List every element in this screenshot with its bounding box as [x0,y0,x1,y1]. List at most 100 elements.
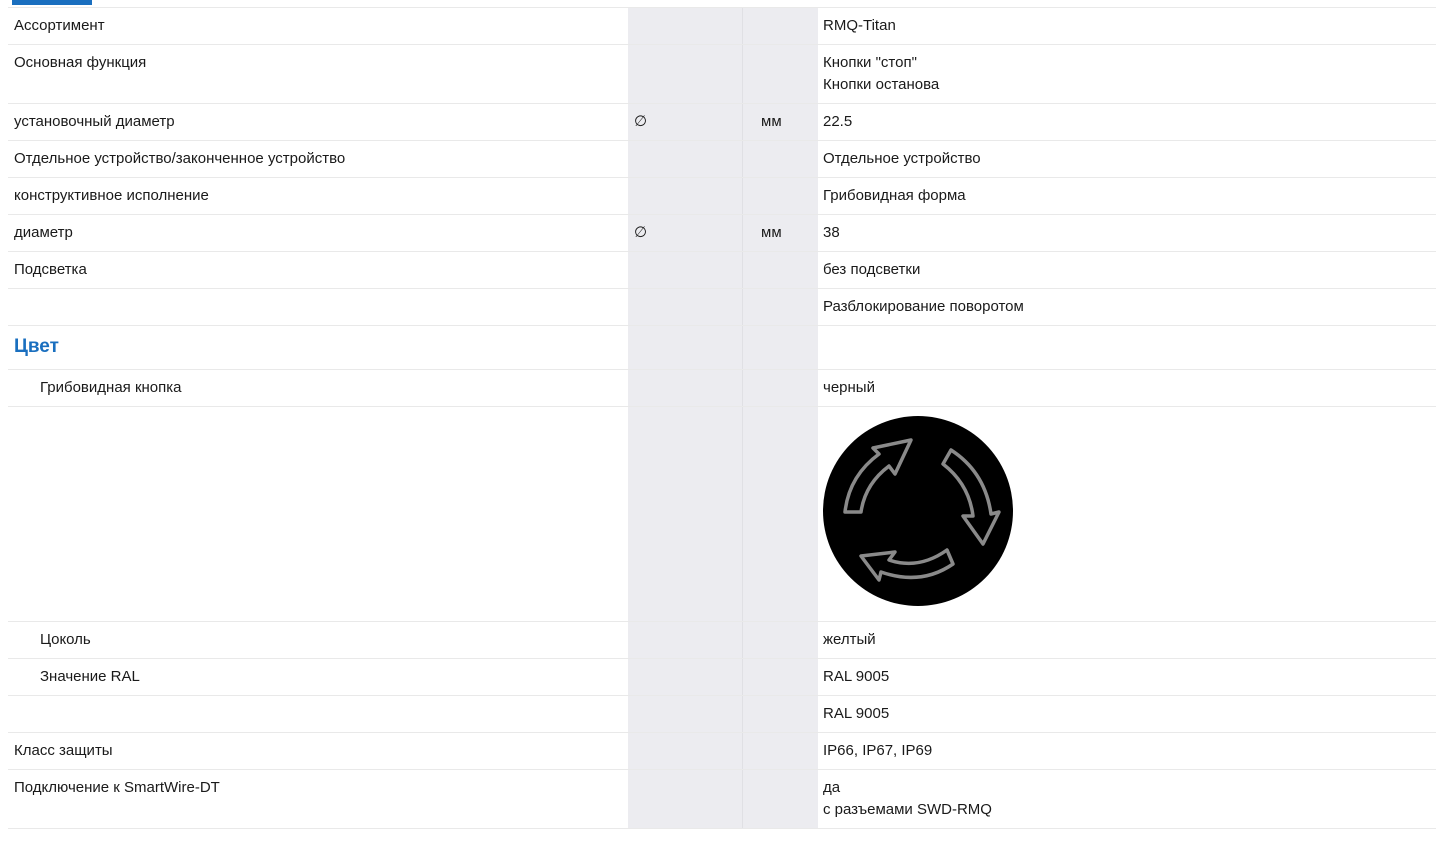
spec-symbol [628,178,742,214]
spec-value: RMQ-Titan [818,8,1436,44]
spec-value: да с разъемами SWD-RMQ [818,770,1436,828]
spec-row: Подсветка без подсветки [8,252,1436,289]
spec-value-line: RMQ-Titan [823,17,896,34]
spec-value [818,326,1436,369]
spec-row: Значение RAL RAL 9005 [8,659,1436,696]
header-accent-bar [12,0,92,5]
spec-unit [742,289,818,325]
spec-name: Подключение к SmartWire-DT [14,779,220,796]
spec-name [8,696,628,732]
spec-name: установочный диаметр [14,113,175,130]
spec-value: желтый [818,622,1436,658]
spec-symbol [628,407,742,621]
spec-symbol [628,141,742,177]
spec-unit [742,622,818,658]
spec-row: Отдельное устройство/законченное устройс… [8,141,1436,178]
spec-row: диаметр ∅ мм 38 [8,215,1436,252]
spec-unit [742,659,818,695]
spec-value: Отдельное устройство [818,141,1436,177]
spec-unit: мм [742,104,818,140]
spec-unit [742,770,818,828]
spec-symbol [628,45,742,103]
spec-row: Подключение к SmartWire-DT да с разъемам… [8,770,1436,829]
spec-unit: мм [742,215,818,251]
spec-name: диаметр [14,224,73,241]
spec-name: Класс защиты [14,742,113,759]
spec-unit [742,696,818,732]
diameter-symbol: ∅ [628,215,742,251]
product-image-row [8,407,1436,622]
spec-value [818,407,1436,621]
spec-symbol [628,733,742,769]
spec-value-line: Разблокирование поворотом [823,298,1024,315]
spec-value: 22.5 [818,104,1436,140]
spec-value-line: Грибовидная форма [823,187,966,204]
spec-name [8,289,628,325]
spec-value: 38 [818,215,1436,251]
spec-value: Кнопки "стоп" Кнопки останова [818,45,1436,103]
spec-value: без подсветки [818,252,1436,288]
spec-row: RAL 9005 [8,696,1436,733]
spec-row: конструктивное исполнение Грибовидная фо… [8,178,1436,215]
section-header-color: Цвет [8,326,1436,370]
spec-name: Ассортимент [14,17,105,34]
spec-unit [742,178,818,214]
spec-symbol [628,370,742,406]
spec-unit [742,326,818,369]
spec-value-line: с разъемами SWD-RMQ [823,801,992,818]
spec-value-line: IP66, IP67, IP69 [823,742,933,759]
spec-value: RAL 9005 [818,696,1436,732]
spec-name: конструктивное исполнение [14,187,209,204]
spec-row: Класс защиты IP66, IP67, IP69 [8,733,1436,770]
spec-symbol [628,622,742,658]
spec-row: установочный диаметр ∅ мм 22.5 [8,104,1436,141]
spec-name: Значение RAL [40,668,140,685]
spec-value-line: RAL 9005 [823,705,890,722]
spec-symbol [628,659,742,695]
product-spec-page: Ассортимент RMQ-Titan Основная функция К… [0,0,1436,841]
spec-symbol [628,289,742,325]
spec-name: Отдельное устройство/законченное устройс… [14,150,346,167]
spec-row: Разблокирование поворотом [8,289,1436,326]
spec-unit [742,407,818,621]
spec-symbol [628,770,742,828]
spec-value-line: да [823,779,841,796]
spec-value-line: 38 [823,224,840,241]
spec-name: Цоколь [40,631,91,648]
spec-unit [742,8,818,44]
spec-table: Ассортимент RMQ-Titan Основная функция К… [8,7,1436,829]
spec-symbol [628,326,742,369]
spec-value: RAL 9005 [818,659,1436,695]
spec-row: Основная функция Кнопки "стоп" Кнопки ос… [8,45,1436,104]
spec-name [8,407,628,621]
spec-row: Ассортимент RMQ-Titan [8,7,1436,45]
spec-value-line: без подсветки [823,261,921,278]
spec-unit [742,370,818,406]
spec-unit [742,141,818,177]
section-title: Цвет [14,336,59,357]
spec-value: черный [818,370,1436,406]
spec-row: Грибовидная кнопка черный [8,370,1436,407]
spec-row: Цоколь желтый [8,622,1436,659]
spec-symbol [628,696,742,732]
spec-symbol [628,8,742,44]
spec-value-line: Кнопки останова [823,76,940,93]
spec-unit [742,45,818,103]
spec-value-line: RAL 9005 [823,668,890,685]
spec-value-line: Отдельное устройство [823,150,981,167]
spec-value-line: Кнопки "стоп" [823,54,917,71]
mushroom-button-icon [823,416,1013,606]
spec-value-line: желтый [823,631,876,648]
spec-value: Грибовидная форма [818,178,1436,214]
spec-name: Подсветка [14,261,87,278]
spec-name: Основная функция [14,54,147,71]
spec-value-line: черный [823,379,875,396]
diameter-symbol: ∅ [628,104,742,140]
spec-unit [742,733,818,769]
spec-value: Разблокирование поворотом [818,289,1436,325]
spec-name: Грибовидная кнопка [40,379,182,396]
spec-unit [742,252,818,288]
spec-value: IP66, IP67, IP69 [818,733,1436,769]
spec-symbol [628,252,742,288]
spec-value-line: 22.5 [823,113,853,130]
